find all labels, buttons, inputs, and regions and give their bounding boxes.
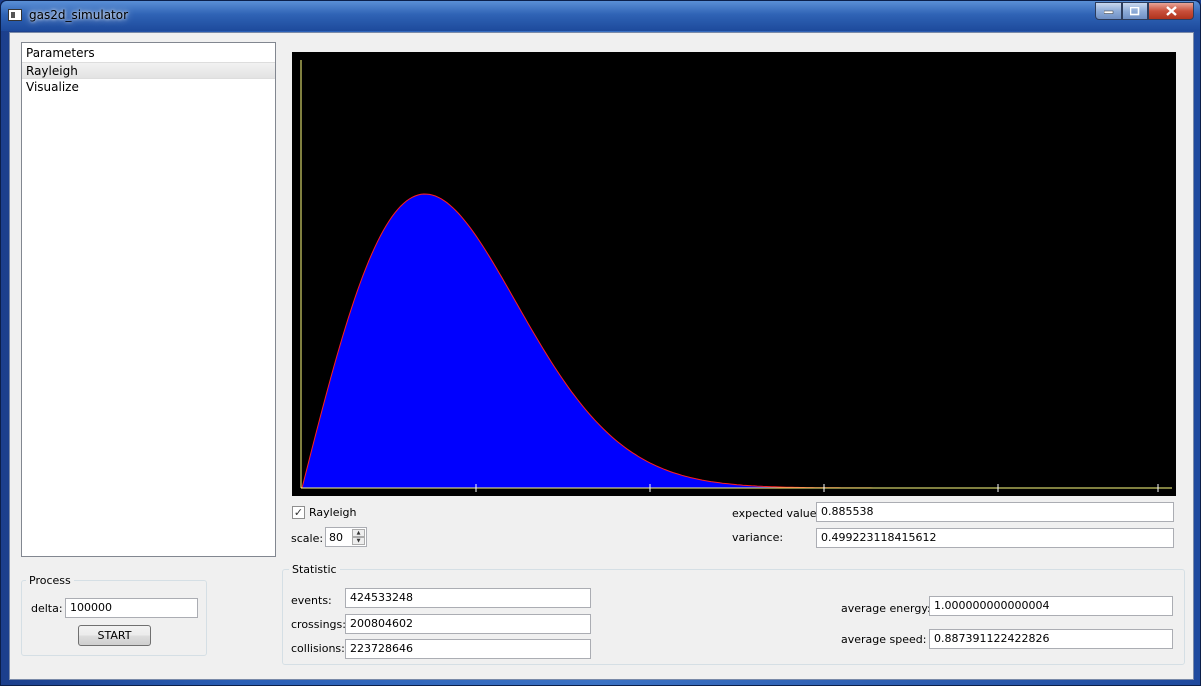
- collisions-label: collisions:: [291, 642, 345, 655]
- spin-up-icon[interactable]: ▲: [352, 529, 365, 537]
- rayleigh-checkbox[interactable]: ✓: [292, 506, 305, 519]
- close-icon: [1165, 6, 1177, 16]
- window-title: gas2d_simulator: [29, 8, 129, 22]
- maximize-button[interactable]: [1122, 2, 1148, 20]
- expected-value-field[interactable]: 0.885538: [816, 502, 1174, 522]
- maximize-icon: [1130, 6, 1140, 15]
- process-group: Process delta: 100000 START: [21, 574, 207, 656]
- scale-label: scale:: [291, 532, 324, 545]
- collisions-field[interactable]: 223728646: [345, 639, 591, 659]
- minimize-icon: [1103, 10, 1113, 14]
- rayleigh-plot-svg: [300, 60, 1172, 492]
- delta-input[interactable]: 100000: [65, 598, 198, 618]
- app-icon: [8, 9, 22, 21]
- minimize-button[interactable]: [1095, 2, 1122, 20]
- crossings-label: crossings:: [291, 618, 346, 631]
- rayleigh-plot: [292, 52, 1176, 496]
- statistic-group: Statistic events: 424533248 crossings: 2…: [282, 563, 1185, 665]
- variance-label: variance:: [732, 531, 784, 544]
- rayleigh-checkbox-label: Rayleigh: [309, 506, 357, 519]
- list-item-visualize[interactable]: Visualize: [22, 79, 275, 96]
- close-button[interactable]: [1148, 2, 1194, 20]
- client-area: Parameters Rayleigh Visualize Process de…: [9, 32, 1194, 680]
- spin-down-icon[interactable]: ▼: [352, 537, 365, 545]
- scale-value: 80: [329, 531, 343, 544]
- expected-value-label: expected value:: [732, 507, 821, 520]
- scale-spinbox[interactable]: 80 ▲ ▼: [325, 527, 367, 547]
- average-energy-label: average energy:: [841, 602, 931, 615]
- check-icon: ✓: [293, 506, 304, 519]
- list-item-rayleigh[interactable]: Rayleigh: [22, 62, 275, 79]
- list-item-parameters[interactable]: Parameters: [22, 45, 275, 62]
- process-group-title: Process: [26, 574, 74, 587]
- events-label: events:: [291, 594, 332, 607]
- page-list[interactable]: Parameters Rayleigh Visualize: [21, 42, 276, 557]
- events-field[interactable]: 424533248: [345, 588, 591, 608]
- average-speed-field[interactable]: 0.887391122422826: [929, 629, 1173, 649]
- rayleigh-area: [302, 194, 1172, 488]
- title-bar[interactable]: gas2d_simulator: [1, 1, 1200, 31]
- start-button[interactable]: START: [78, 625, 151, 646]
- app-window: gas2d_simulator Parameters Rayleigh Visu…: [0, 0, 1201, 686]
- average-speed-label: average speed:: [841, 633, 927, 646]
- crossings-field[interactable]: 200804602: [345, 614, 591, 634]
- variance-field[interactable]: 0.499223118415612: [816, 528, 1174, 548]
- statistic-group-title: Statistic: [289, 563, 340, 576]
- average-energy-field[interactable]: 1.000000000000004: [929, 596, 1173, 616]
- window-controls: [1095, 2, 1194, 21]
- delta-label: delta:: [31, 602, 63, 615]
- scale-spin-arrows: ▲ ▼: [352, 529, 365, 545]
